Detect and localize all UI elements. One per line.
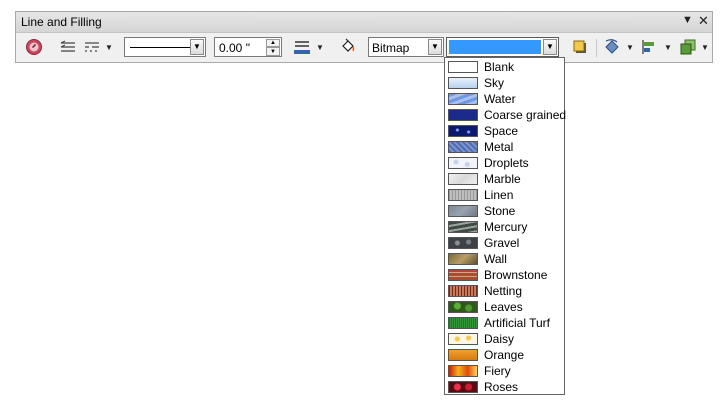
bitmap-swatch: [448, 301, 478, 313]
bitmap-swatch: [448, 173, 478, 185]
line-and-filling-toolbar: Line and Filling ▼ ✕ ▼ ▼ 0.00 " ▲ ▼ ▼ Bi…: [15, 11, 713, 63]
spin-up-button[interactable]: ▲: [266, 39, 280, 47]
bitmap-swatch: [448, 221, 478, 233]
bitmap-option-roses[interactable]: Roses: [446, 379, 563, 395]
bitmap-option-label: Netting: [484, 284, 523, 298]
bitmap-option-sky[interactable]: Sky: [446, 75, 563, 91]
bitmap-option-artificial-turf[interactable]: Artificial Turf: [446, 315, 563, 331]
bitmap-option-water[interactable]: Water: [446, 91, 563, 107]
bitmap-option-wall[interactable]: Wall: [446, 251, 563, 267]
bitmap-option-brownstone[interactable]: Brownstone: [446, 267, 563, 283]
bitmap-swatch: [448, 285, 478, 297]
bitmap-option-netting[interactable]: Netting: [446, 283, 563, 299]
line-style-icon[interactable]: [82, 37, 102, 57]
bitmap-option-droplets[interactable]: Droplets: [446, 155, 563, 171]
bitmap-fill-combo[interactable]: ▼: [446, 37, 559, 57]
bitmap-swatch: [448, 157, 478, 169]
bitmap-option-gravel[interactable]: Gravel: [446, 235, 563, 251]
bitmap-fill-dropdown-button[interactable]: ▼: [543, 39, 557, 55]
bitmap-option-label: Marble: [484, 172, 521, 186]
align-icon[interactable]: [640, 37, 660, 57]
bitmap-swatch: [448, 77, 478, 89]
bitmap-option-daisy[interactable]: Daisy: [446, 331, 563, 347]
bitmap-option-label: Gravel: [484, 236, 520, 250]
styles-icon[interactable]: [24, 37, 44, 57]
bitmap-option-linen[interactable]: Linen: [446, 187, 563, 203]
bitmap-swatch: [448, 141, 478, 153]
bitmap-option-space[interactable]: Space: [446, 123, 563, 139]
toolbar-title: Line and Filling: [21, 15, 102, 29]
bitmap-option-mercury[interactable]: Mercury: [446, 219, 563, 235]
bitmap-swatch: [448, 189, 478, 201]
bitmap-swatch: [448, 269, 478, 281]
bitmap-option-stone[interactable]: Stone: [446, 203, 563, 219]
bitmap-swatch: [448, 253, 478, 265]
bitmap-swatch: [448, 237, 478, 249]
bitmap-option-marble[interactable]: Marble: [446, 171, 563, 187]
bitmap-option-label: Linen: [484, 188, 514, 202]
line-width-value: 0.00 ": [219, 41, 250, 55]
bitmap-swatch: [448, 61, 478, 73]
bitmap-swatch: [448, 333, 478, 345]
area-style-value: Bitmap: [372, 41, 410, 55]
bitmap-swatch: [448, 205, 478, 217]
bitmap-option-blank[interactable]: Blank: [446, 59, 563, 75]
line-color-dropdown-icon[interactable]: ▼: [315, 42, 325, 52]
bitmap-option-label: Sky: [484, 76, 505, 90]
bitmap-option-label: Fiery: [484, 364, 511, 378]
bitmap-option-label: Droplets: [484, 156, 529, 170]
arrange-icon[interactable]: [678, 37, 698, 57]
bitmap-option-label: Orange: [484, 348, 525, 362]
bitmap-swatch: [448, 125, 478, 137]
bitmap-option-label: Stone: [484, 204, 516, 218]
shadow-icon[interactable]: [570, 37, 590, 57]
bitmap-swatch: [448, 365, 478, 377]
close-icon[interactable]: ✕: [698, 13, 709, 29]
align-dropdown-icon[interactable]: ▼: [663, 42, 673, 52]
bitmap-swatch: [448, 349, 478, 361]
bitmap-swatch: [448, 93, 478, 105]
bitmap-option-label: Space: [484, 124, 519, 138]
bitmap-dropdown-list: Blank Sky Water Coarse grained Space Met…: [444, 57, 567, 395]
bitmap-option-label: Wall: [484, 252, 507, 266]
toolbar-titlebar: Line and Filling ▼ ✕: [16, 12, 712, 33]
bitmap-option-leaves[interactable]: Leaves: [446, 299, 563, 315]
arrange-dropdown-icon[interactable]: ▼: [700, 42, 710, 52]
spin-down-button[interactable]: ▼: [266, 47, 280, 56]
bitmap-option-label: Metal: [484, 140, 514, 154]
bitmap-swatch: [448, 317, 478, 329]
bitmap-swatch: [448, 381, 478, 393]
line-preview: [130, 47, 190, 48]
bitmap-fill-preview: [449, 40, 541, 54]
bitmap-option-label: Blank: [484, 60, 515, 74]
bitmap-option-metal[interactable]: Metal: [446, 139, 563, 155]
bitmap-option-label: Brownstone: [484, 268, 548, 282]
line-width-field[interactable]: 0.00 " ▲ ▼: [214, 37, 282, 57]
line-color-icon[interactable]: [292, 37, 312, 57]
bitmap-option-orange[interactable]: Orange: [446, 347, 563, 363]
line-style-combo[interactable]: ▼: [124, 37, 206, 57]
area-icon[interactable]: [338, 37, 358, 57]
bitmap-option-label: Coarse grained: [484, 108, 567, 122]
bitmap-option-label: Daisy: [484, 332, 515, 346]
line-style-dropdown-button[interactable]: ▼: [190, 39, 204, 55]
bitmap-option-label: Leaves: [484, 300, 523, 314]
bitmap-option-label: Artificial Turf: [484, 316, 551, 330]
bitmap-option-fiery[interactable]: Fiery: [446, 363, 563, 379]
bitmap-option-coarse-grained[interactable]: Coarse grained: [446, 107, 567, 123]
toolbar-options-icon[interactable]: ▼: [682, 14, 693, 26]
rotate-icon[interactable]: [602, 37, 622, 57]
bitmap-option-label: Mercury: [484, 220, 528, 234]
toolbar-separator: [596, 39, 597, 57]
area-style-combo[interactable]: Bitmap ▼: [368, 37, 444, 57]
line-style-dropdown-icon[interactable]: ▼: [104, 42, 114, 52]
arrow-style-icon[interactable]: [58, 37, 78, 57]
bitmap-option-label: Water: [484, 92, 516, 106]
bitmap-option-label: Roses: [484, 380, 519, 394]
area-style-dropdown-button[interactable]: ▼: [428, 39, 442, 55]
bitmap-swatch: [448, 109, 478, 121]
rotate-dropdown-icon[interactable]: ▼: [625, 42, 635, 52]
